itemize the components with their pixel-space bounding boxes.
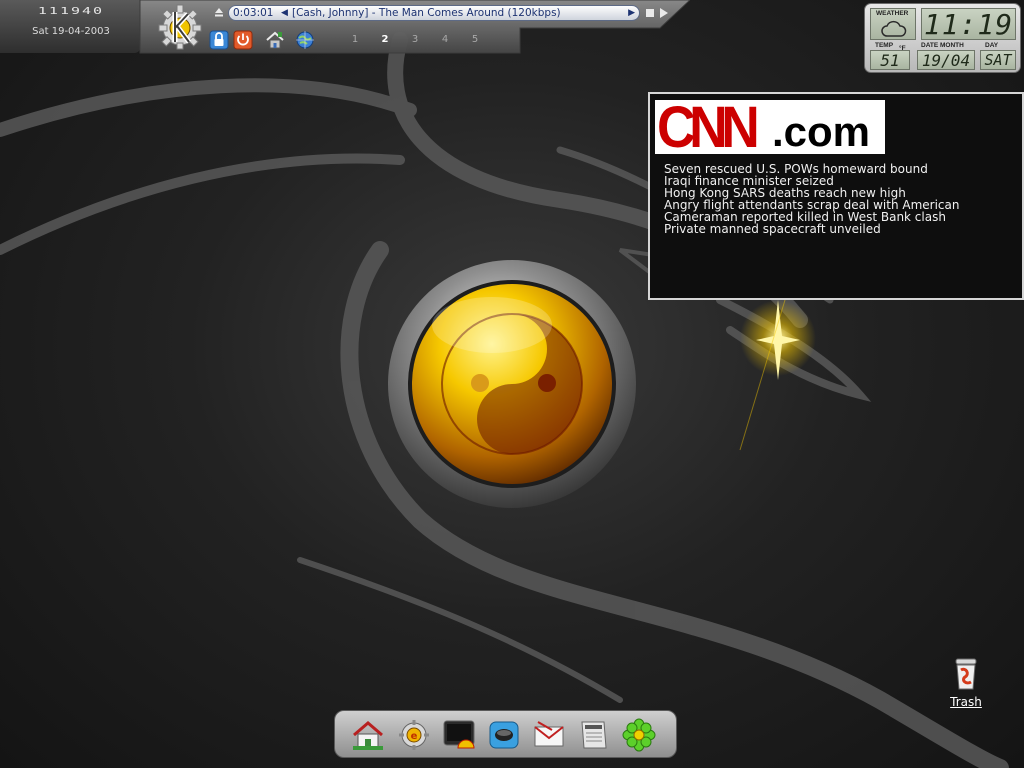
- terminal-shell-icon[interactable]: [442, 718, 476, 752]
- news-icon[interactable]: [577, 718, 611, 752]
- desktop-4-button[interactable]: 4: [437, 33, 453, 47]
- svg-text:e: e: [411, 731, 418, 742]
- weather-label: WEATHER: [876, 10, 909, 17]
- media-elapsed-time: 0:03:01: [233, 7, 274, 19]
- home-icon[interactable]: [351, 718, 385, 752]
- panel-clock-time: 111940: [37, 5, 105, 17]
- eject-icon[interactable]: [214, 7, 224, 17]
- trash-desktop-icon[interactable]: Trash: [944, 658, 988, 714]
- home-folder-icon[interactable]: [265, 30, 285, 50]
- kde-settings-icon[interactable]: e: [397, 718, 431, 752]
- logout-icon[interactable]: [233, 30, 253, 50]
- day-lcd: SAT: [980, 50, 1016, 70]
- play-icon[interactable]: [660, 8, 668, 18]
- next-track-icon[interactable]: ▶: [628, 6, 635, 20]
- weather-lcd: WEATHER: [870, 8, 916, 40]
- trash-label: Trash: [950, 695, 982, 709]
- date-label: DATE MONTH: [921, 42, 964, 49]
- cloud-icon: [881, 20, 907, 37]
- desktop-3-button[interactable]: 3: [407, 33, 423, 47]
- k-menu-gear-icon[interactable]: [156, 2, 204, 50]
- desktop-2-button[interactable]: 2: [377, 33, 393, 47]
- panel-clock-date: Sat 19-04-2003: [32, 26, 110, 37]
- lock-screen-icon[interactable]: [209, 30, 229, 50]
- network-icon[interactable]: [487, 718, 521, 752]
- media-track-title: [Cash, Johnny] - The Man Comes Around (1…: [292, 7, 561, 19]
- weather-clock-widget[interactable]: WEATHER 11:19 TEMP °F 51 DATE MONTH 19/0…: [864, 3, 1021, 73]
- icq-flower-icon[interactable]: [622, 718, 656, 752]
- desktop-1-button[interactable]: 1: [347, 33, 363, 47]
- mail-icon[interactable]: [532, 718, 566, 752]
- widget-time-lcd: 11:19: [921, 8, 1016, 41]
- stop-icon[interactable]: [646, 9, 654, 17]
- date-lcd: 19/04: [917, 50, 975, 70]
- day-label: DAY: [985, 42, 999, 49]
- trash-icon: [955, 658, 977, 690]
- cnn-logo[interactable]: CNN .com: [655, 100, 885, 154]
- temp-lcd: 51: [870, 50, 910, 70]
- headline-list: Seven rescued U.S. POWs homeward bound I…: [664, 163, 959, 235]
- cnn-news-ticker[interactable]: CNN .com Seven rescued U.S. POWs homewar…: [648, 92, 1024, 300]
- bottom-dock: e: [334, 710, 677, 758]
- media-player-display[interactable]: 0:03:01 ◀ [Cash, Johnny] - The Man Comes…: [228, 5, 640, 21]
- cnn-logo-text: CNN: [657, 100, 760, 154]
- headline-item[interactable]: Private manned spacecraft unveiled: [664, 223, 959, 235]
- previous-track-icon[interactable]: ◀: [281, 6, 288, 20]
- web-browser-icon[interactable]: [295, 30, 315, 50]
- cnn-logo-dotcom: .com: [772, 108, 871, 154]
- temp-label: TEMP: [875, 42, 894, 49]
- top-panel: 111940 Sat 19-04-2003 0:03:01 ◀ [Cash, J…: [0, 0, 690, 56]
- desktop-5-button[interactable]: 5: [467, 33, 483, 47]
